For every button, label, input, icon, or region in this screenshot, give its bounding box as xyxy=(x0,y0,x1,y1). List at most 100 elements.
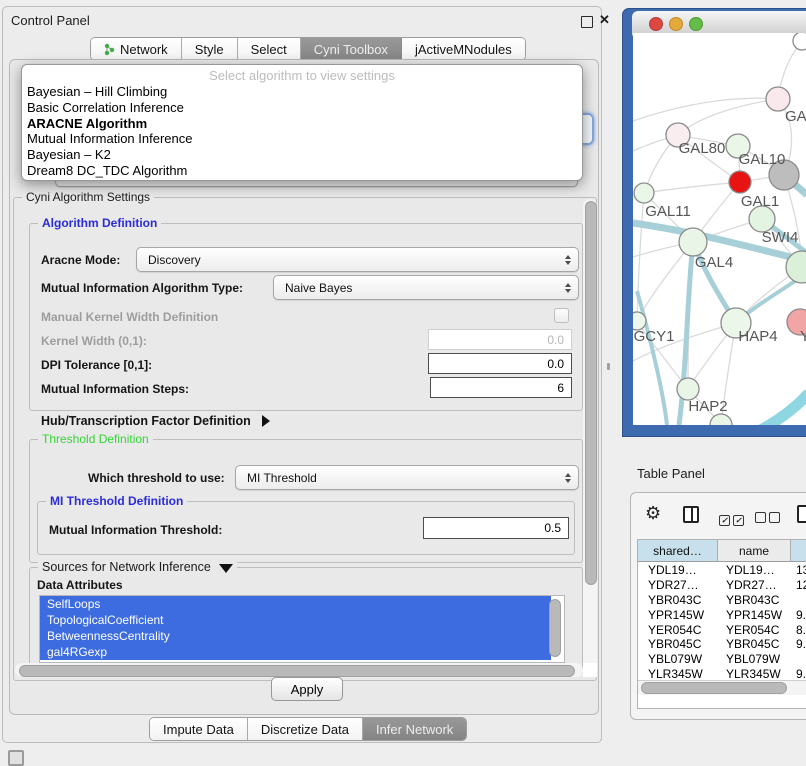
node-label-gal10: GAL10 xyxy=(739,151,786,168)
mi-type-combobox[interactable]: Naive Bayes xyxy=(273,275,579,300)
collapsed-panel-icon[interactable] xyxy=(8,750,24,766)
dropdown-item[interactable]: Bayesian – K2 xyxy=(22,147,582,163)
tab-jactivemnodules[interactable]: jActiveMNodules xyxy=(402,38,525,60)
table-cell: YBR043C xyxy=(648,593,718,607)
which-threshold-combobox[interactable]: MI Threshold xyxy=(235,465,579,490)
close-traffic-light[interactable] xyxy=(649,17,663,31)
combo-spinner-icon xyxy=(565,473,571,483)
split-columns-icon[interactable] xyxy=(683,506,699,523)
apply-button[interactable]: Apply xyxy=(271,677,343,701)
table-cell: 8. xyxy=(796,623,806,637)
control-panel-title: Control Panel xyxy=(11,13,90,28)
table-cell: YDR27… xyxy=(648,578,718,592)
table-cell: YBL079W xyxy=(648,652,718,666)
zoom-traffic-light[interactable] xyxy=(689,17,703,31)
network-node[interactable] xyxy=(793,33,806,50)
kernel-width-field[interactable]: 0.0 xyxy=(428,329,572,350)
network-node-gal1[interactable] xyxy=(729,171,751,193)
bottom-tab-impute-data[interactable]: Impute Data xyxy=(150,718,248,740)
dropdown-item[interactable]: Dream8 DC_TDC Algorithm xyxy=(22,163,582,179)
table-cell: YPR145W xyxy=(648,608,718,622)
table-row[interactable]: YER054CYER054C8. xyxy=(638,622,806,637)
attribute-list-item[interactable]: TopologicalCoefficient xyxy=(40,612,551,628)
attributes-list-scrollbar[interactable] xyxy=(549,599,561,657)
table-row[interactable]: YBL079WYBL079W xyxy=(638,652,806,667)
network-edge xyxy=(637,291,667,425)
table-row[interactable]: YBR045CYBR045C9. xyxy=(638,637,806,652)
column-header-shared…[interactable]: shared… xyxy=(638,540,718,562)
column-header-A[interactable]: A xyxy=(791,540,806,562)
dpi-tolerance-field[interactable]: 0.0 xyxy=(428,353,572,374)
table-body: YDL19…YDL19…13YDR27…YDR27…12YBR043CYBR04… xyxy=(638,563,806,679)
close-icon[interactable]: ✕ xyxy=(599,12,610,28)
table-cell: YLR345W xyxy=(726,667,792,679)
mi-threshold-label: Mutual Information Threshold: xyxy=(49,523,222,537)
column-header-name[interactable]: name xyxy=(718,540,791,562)
select-all-icon[interactable]: ✓✓ xyxy=(719,510,747,528)
tab-style[interactable]: Style xyxy=(182,38,238,60)
dropdown-prompt: Select algorithm to view settings xyxy=(22,65,582,84)
network-icon xyxy=(104,43,115,56)
table-cell: 13 xyxy=(796,563,806,577)
node-label-swi4: SWI4 xyxy=(762,229,799,246)
gear-icon[interactable]: ⚙ xyxy=(645,504,661,522)
deselect-all-icon[interactable] xyxy=(755,510,783,528)
dropdown-item[interactable]: ARACNE Algorithm xyxy=(22,116,582,132)
manual-kernel-label: Manual Kernel Width Definition xyxy=(41,310,218,324)
attribute-list-item[interactable]: gal4RGexp xyxy=(40,644,551,660)
settings-hscroll-thumb[interactable] xyxy=(19,665,575,677)
dropdown-item[interactable]: Mutual Information Inference xyxy=(22,131,582,147)
sources-group-title[interactable]: Sources for Network Inference xyxy=(38,560,237,574)
node-label-hap4: HAP4 xyxy=(738,328,777,345)
data-attributes-label: Data Attributes xyxy=(37,578,123,592)
aracne-mode-label: Aracne Mode: xyxy=(41,253,120,267)
table-row[interactable]: YDL19…YDL19…13 xyxy=(638,563,806,578)
manual-kernel-checkbox[interactable] xyxy=(554,308,569,323)
node-label-y: Y xyxy=(800,328,806,345)
table-cell: 9. xyxy=(796,637,806,651)
which-threshold-label: Which threshold to use: xyxy=(88,471,225,485)
tab-cyni-toolbox[interactable]: Cyni Toolbox xyxy=(301,38,402,60)
network-node-hap2[interactable] xyxy=(677,378,699,400)
attribute-list-item[interactable]: BetweennessCentrality xyxy=(40,628,551,644)
table-row[interactable]: YPR145WYPR145W9. xyxy=(638,607,806,622)
network-node-gal4[interactable] xyxy=(679,228,707,256)
panel-splitter-handle[interactable] xyxy=(607,363,610,370)
table-hscroll-thumb[interactable] xyxy=(641,682,787,694)
document-icon[interactable] xyxy=(797,505,806,523)
mi-steps-field[interactable]: 6 xyxy=(430,377,572,398)
network-edge xyxy=(644,182,740,193)
table-row[interactable]: YBR043C YBR043C xyxy=(638,593,806,608)
network-canvas[interactable]: GALGAL80GAL10GAL11GAL1SWI4GAL4GCY1HAP4YH… xyxy=(633,33,806,425)
bottom-tab-infer-network[interactable]: Infer Network xyxy=(363,718,466,740)
dropdown-item[interactable]: Bayesian – Hill Climbing xyxy=(22,84,582,100)
float-icon[interactable] xyxy=(581,16,593,28)
tab-select[interactable]: Select xyxy=(238,38,301,60)
table-row[interactable]: YDR27…YDR27…12 xyxy=(638,578,806,593)
settings-vscroll-thumb[interactable] xyxy=(585,201,597,585)
data-attributes-list[interactable]: SelfLoopsTopologicalCoefficientBetweenne… xyxy=(39,595,565,663)
attribute-list-item[interactable]: SelfLoops xyxy=(40,596,551,612)
mi-steps-label: Mutual Information Steps: xyxy=(41,382,189,396)
bottom-tab-discretize-data[interactable]: Discretize Data xyxy=(248,718,363,740)
table-row[interactable]: YLR345W YLR345W 9. xyxy=(638,667,806,679)
node-label-gal4: GAL4 xyxy=(695,254,733,271)
table-cell: YLR345W xyxy=(648,667,718,679)
tab-label: jActiveMNodules xyxy=(415,42,512,57)
table-cell: YBR043C xyxy=(726,593,792,607)
which-threshold-value: MI Threshold xyxy=(247,471,317,485)
table-cell: 9. xyxy=(796,667,806,679)
tab-network[interactable]: Network xyxy=(91,38,182,60)
minimize-traffic-light[interactable] xyxy=(669,17,683,31)
dropdown-item[interactable]: Basic Correlation Inference xyxy=(22,100,582,116)
network-node-gal11[interactable] xyxy=(634,183,654,203)
table-toolbar: ⚙ ✓✓ xyxy=(631,493,806,537)
mi-threshold-field[interactable]: 0.5 xyxy=(423,517,569,539)
settings-group-title: Cyni Algorithm Settings xyxy=(22,190,154,204)
aracne-mode-combobox[interactable]: Discovery xyxy=(136,247,579,272)
table-cell: YER054C xyxy=(726,623,792,637)
table-cell: 9. xyxy=(796,608,806,622)
node-label-gal: GAL xyxy=(785,108,806,125)
network-edge xyxy=(759,395,806,425)
hub-definition-toggle[interactable]: Hub/Transcription Factor Definition xyxy=(41,414,270,428)
